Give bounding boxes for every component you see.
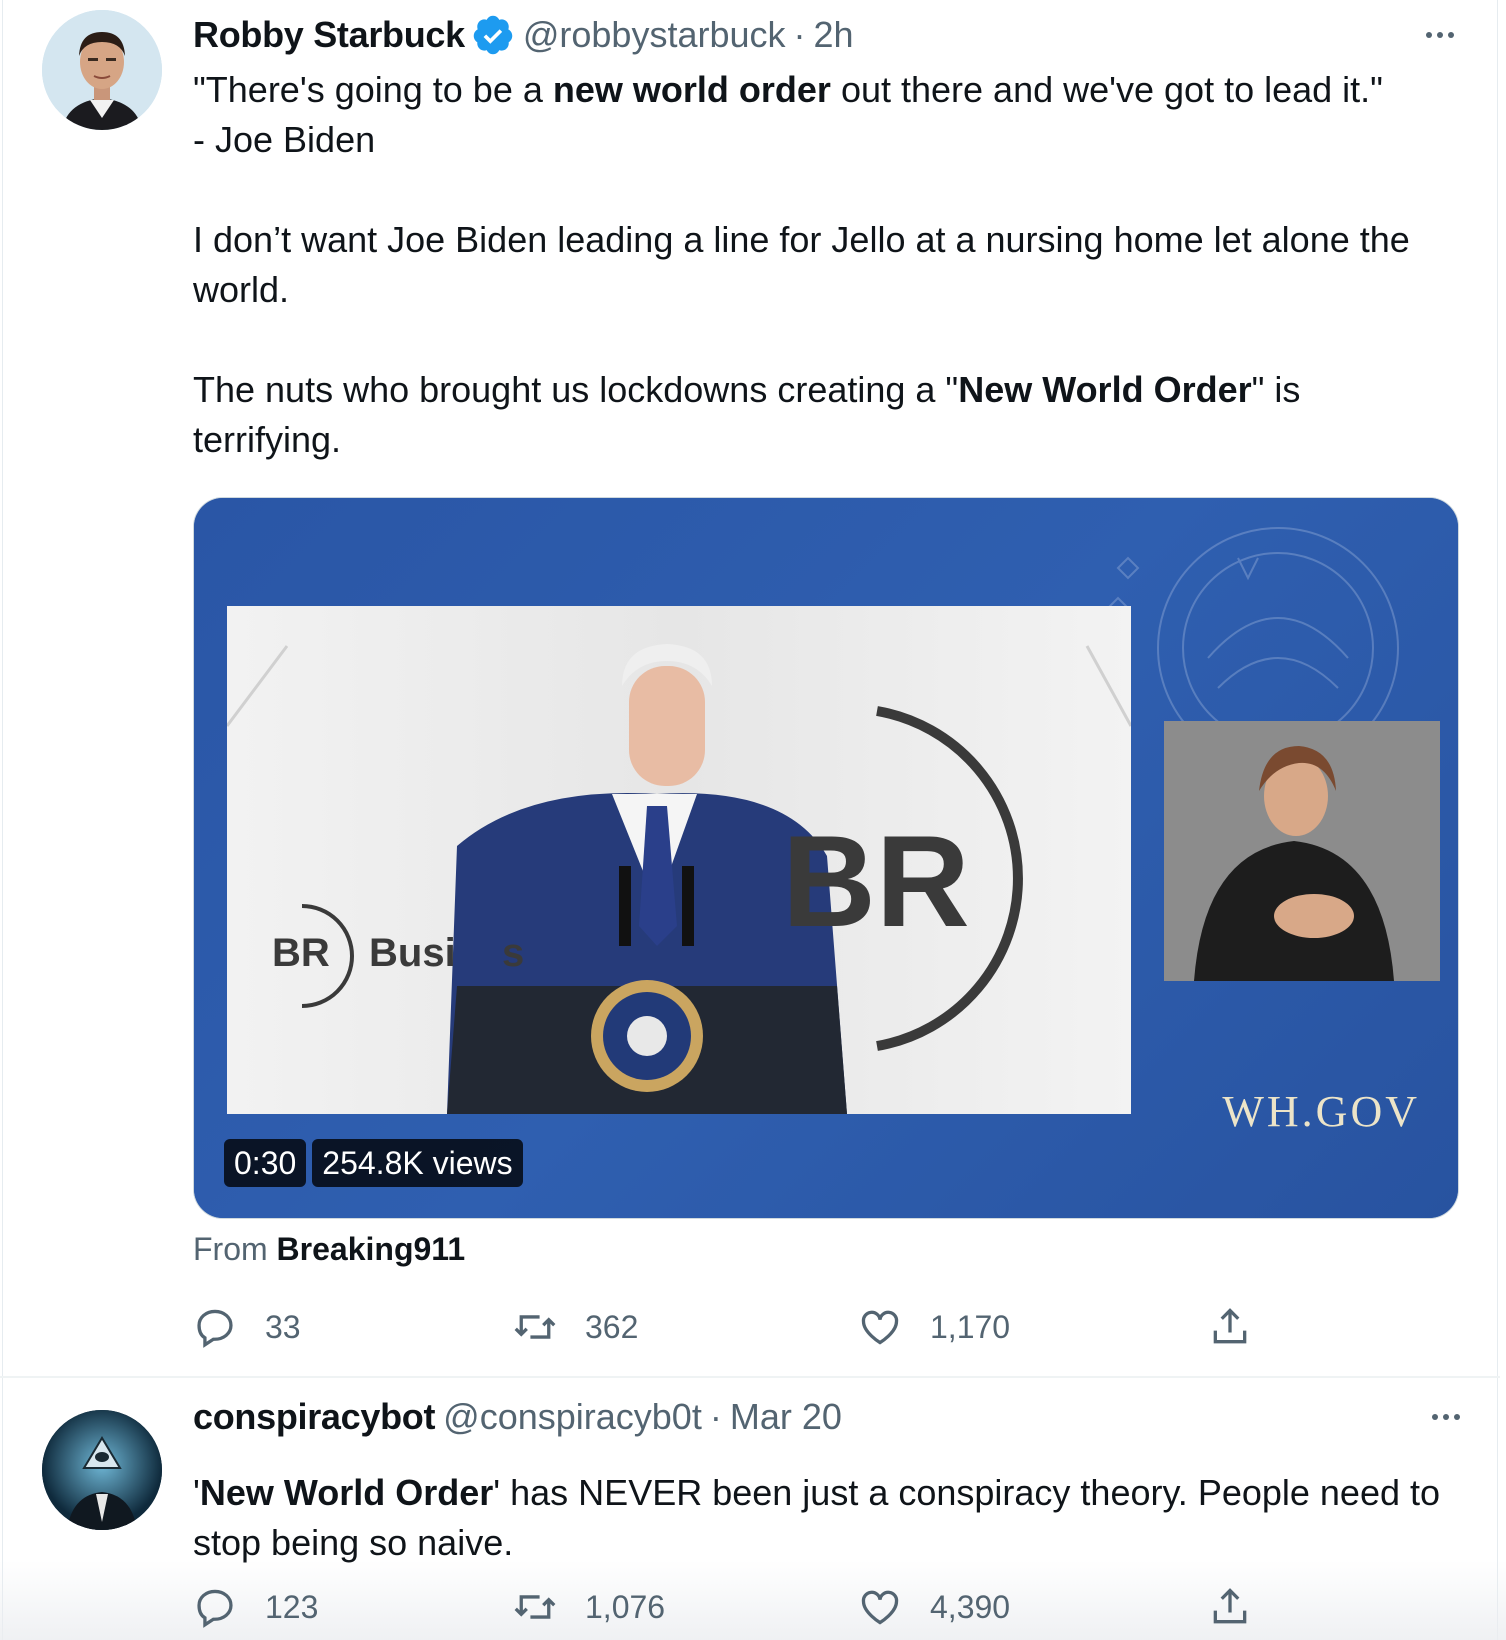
video-info-badge: 0:30 254.8K views	[224, 1139, 523, 1187]
video-player[interactable]: BR Busi s BR WH.GOV 0:30 254.8K views	[193, 497, 1459, 1219]
share-button[interactable]	[1208, 1582, 1252, 1632]
video-duration: 0:30	[224, 1139, 307, 1187]
tweet-actions: 33 362 1,170	[193, 1302, 1253, 1352]
avatar[interactable]	[42, 1410, 162, 1530]
tweet-header: Robby Starbuck @robbystarbuck · 2h	[193, 13, 1460, 57]
retweet-button[interactable]: 362	[513, 1302, 638, 1352]
reply-button[interactable]: 33	[193, 1302, 301, 1352]
attribution-source[interactable]: Breaking911	[277, 1231, 466, 1267]
interpreter-inset	[1164, 721, 1440, 981]
timestamp[interactable]: Mar 20	[730, 1396, 842, 1438]
share-icon	[1213, 1588, 1247, 1624]
like-button[interactable]: 1,170	[858, 1302, 1010, 1352]
retweet-count: 1,076	[585, 1588, 666, 1625]
video-watermark: WH.GOV	[1222, 1087, 1420, 1136]
retweet-icon	[514, 1595, 556, 1619]
video-views: 254.8K views	[312, 1139, 523, 1187]
author-name[interactable]: conspiracybot	[193, 1396, 435, 1438]
heart-icon	[861, 1590, 899, 1625]
verified-badge-icon	[471, 13, 515, 57]
reply-count: 33	[265, 1308, 301, 1345]
stage-logo-large: BR	[782, 808, 970, 954]
tweet-actions: 123 1,076 4,390	[193, 1582, 1253, 1632]
tweet-header: conspiracybot @conspiracyb0t · Mar 20	[193, 1395, 1466, 1439]
like-count: 4,390	[930, 1588, 1011, 1625]
more-options-icon[interactable]	[1420, 13, 1460, 57]
tweet-text: 'New World Order' has NEVER been just a …	[193, 1472, 1441, 1563]
reply-icon	[197, 1309, 233, 1348]
separator: ·	[793, 14, 806, 55]
reply-count: 123	[265, 1588, 319, 1625]
author-handle[interactable]: @robbystarbuck	[523, 14, 786, 56]
stage-label: Busi	[369, 931, 456, 975]
seal-watermark-icon	[1106, 527, 1399, 748]
retweet-button[interactable]: 1,076	[513, 1582, 665, 1632]
video-frame: BR Busi s BR	[227, 606, 1131, 1114]
avatar[interactable]	[42, 10, 162, 130]
tweet[interactable]: Robby Starbuck @robbystarbuck · 2h "Ther…	[0, 0, 1500, 1378]
reply-icon	[197, 1589, 233, 1628]
timeline: Robby Starbuck @robbystarbuck · 2h "Ther…	[0, 0, 1506, 1640]
author-handle[interactable]: @conspiracyb0t	[443, 1396, 702, 1438]
stage-logo-small: BR	[272, 931, 330, 975]
share-icon	[1213, 1308, 1247, 1344]
stage-label-end: s	[502, 931, 525, 975]
heart-icon	[861, 1310, 899, 1345]
timestamp[interactable]: 2h	[814, 14, 854, 56]
author-name[interactable]: Robby Starbuck	[193, 14, 465, 56]
retweet-count: 362	[585, 1308, 639, 1345]
reply-button[interactable]: 123	[193, 1582, 318, 1632]
like-button[interactable]: 4,390	[858, 1582, 1010, 1632]
like-count: 1,170	[930, 1308, 1011, 1345]
more-options-icon[interactable]	[1426, 1395, 1466, 1439]
media-attribution: From Breaking911	[193, 1231, 466, 1267]
separator: ·	[709, 1396, 722, 1437]
retweet-icon	[514, 1315, 556, 1339]
tweet-text: "There's going to be a new world order o…	[193, 69, 1410, 460]
share-button[interactable]	[1208, 1302, 1252, 1352]
